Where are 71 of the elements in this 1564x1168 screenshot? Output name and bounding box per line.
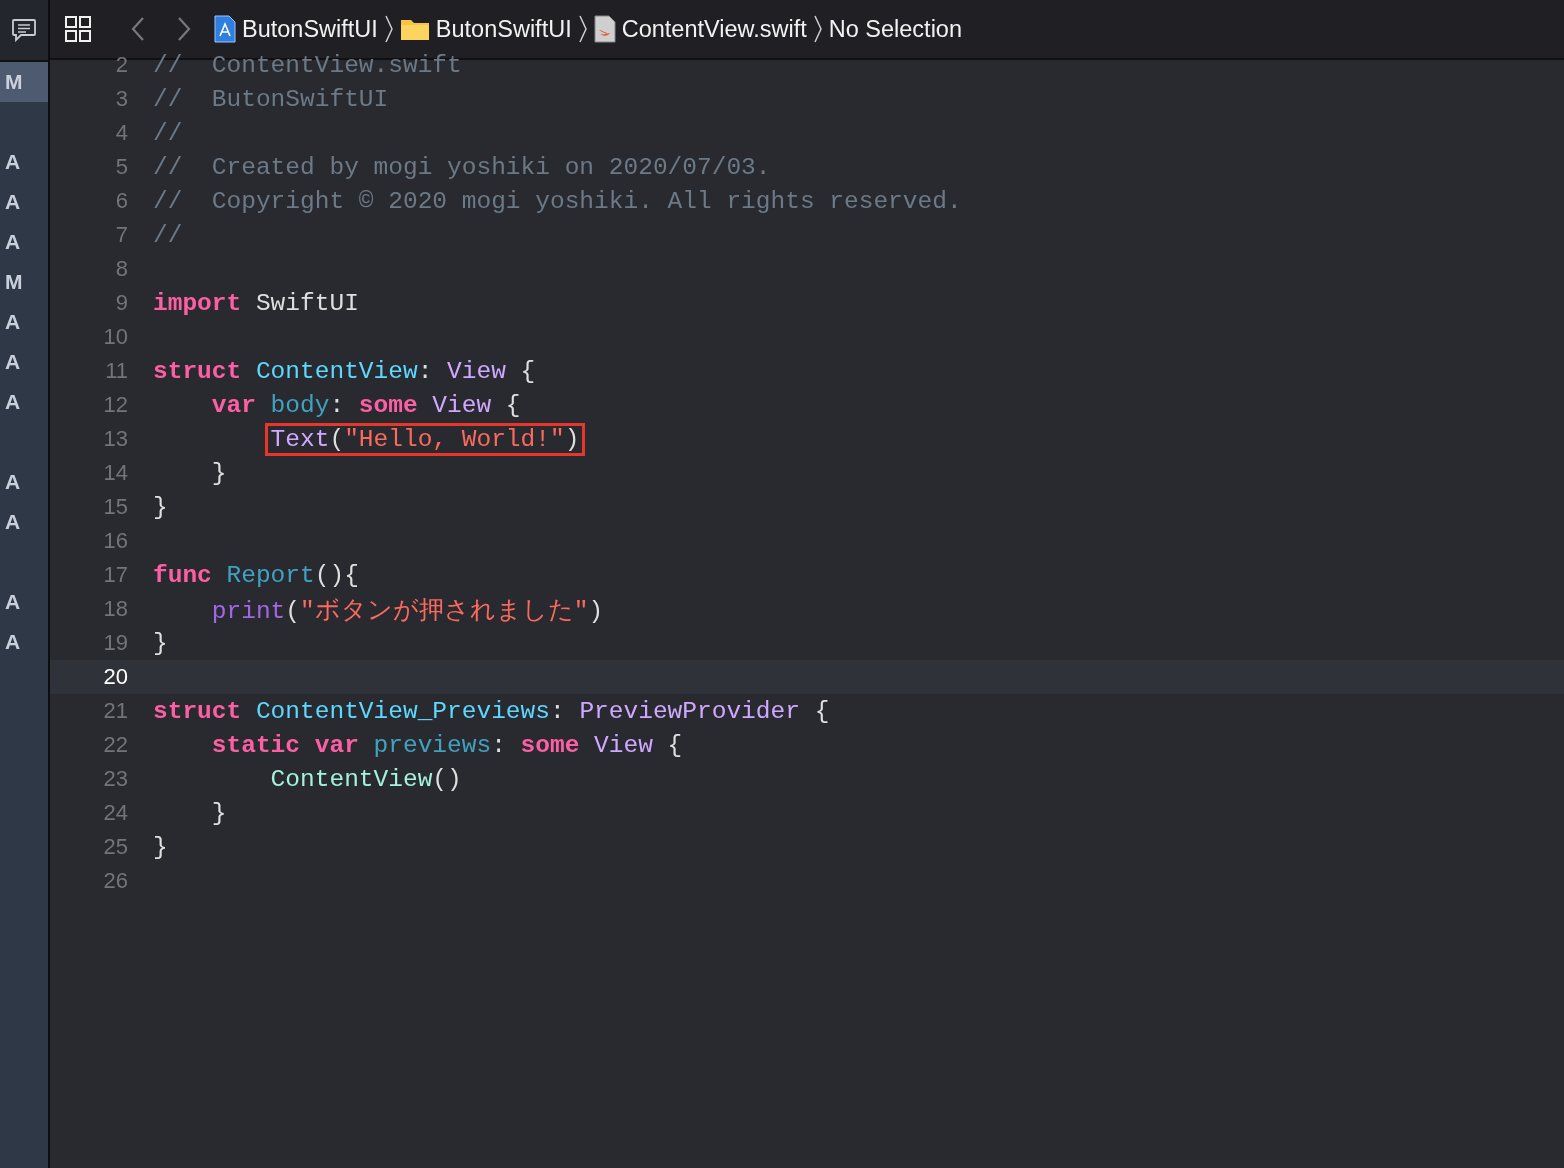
line-number: 14 [102, 460, 129, 486]
line-number: 22 [102, 732, 129, 758]
line-number: 10 [102, 324, 129, 350]
line-number: 12 [102, 392, 129, 418]
chevron-icon [383, 15, 394, 43]
code-line: struct ContentView_Previews: PreviewProvider { [153, 697, 830, 725]
code-line: } [153, 493, 168, 521]
line-number: 9 [114, 290, 129, 316]
line-number: 21 [102, 698, 129, 724]
line-number: 7 [114, 222, 129, 248]
source-control-status: A [5, 470, 21, 494]
swift-file-icon [593, 15, 616, 43]
breadcrumb-item[interactable]: ButonSwiftUI [242, 15, 378, 43]
source-control-status: A [5, 590, 21, 614]
code-line: } [210, 459, 227, 487]
comment-icon[interactable] [11, 18, 37, 42]
folder-icon [399, 17, 430, 41]
line-number: 6 [114, 188, 129, 214]
code-line: // ButonSwiftUI [153, 85, 389, 113]
code-line: } [153, 629, 168, 657]
highlighted-code: Text("Hello, World!") [264, 422, 586, 456]
code-line: // Copyright © 2020 mogi yoshiki. All rights reserved. [153, 187, 962, 215]
forward-icon[interactable] [176, 16, 192, 42]
source-control-status: A [5, 190, 21, 214]
code-line: // [153, 119, 183, 147]
line-number: 25 [102, 834, 129, 860]
line-number: 3 [114, 86, 129, 112]
code-line: var body: some View { [210, 391, 521, 419]
code-line: } [153, 833, 168, 861]
source-control-status: A [5, 510, 21, 534]
code-line: print("ボタンが押されました") [210, 596, 604, 626]
project-file-icon [214, 15, 236, 43]
line-number: 20 [102, 664, 129, 690]
back-icon[interactable] [130, 16, 146, 42]
source-control-status: A [5, 230, 21, 254]
source-control-status: A [5, 350, 21, 374]
code-line: // ContentView.swift [153, 51, 462, 79]
code-line: func Report(){ [153, 561, 359, 589]
code-line: struct ContentView: View { [153, 357, 536, 385]
source-control-status: M [5, 70, 23, 94]
line-number: 24 [102, 800, 129, 826]
code-line: } [210, 799, 227, 827]
line-number: 19 [102, 630, 129, 656]
chevron-icon [577, 15, 588, 43]
line-number: 18 [102, 596, 129, 622]
line-number: 11 [104, 358, 129, 384]
code-line: static var previews: some View { [210, 731, 683, 759]
line-number: 8 [114, 256, 129, 282]
line-number: 2 [114, 52, 129, 78]
code-line: // [153, 221, 183, 249]
grid-icon[interactable] [64, 15, 92, 43]
breadcrumb-item[interactable]: No Selection [828, 15, 962, 43]
line-number: 5 [114, 154, 129, 180]
source-control-status: A [5, 630, 21, 654]
code-line: ContentView() [269, 765, 462, 793]
line-number: 4 [114, 120, 129, 146]
line-number: 16 [102, 528, 129, 554]
source-control-status: A [5, 150, 21, 174]
breadcrumb-item[interactable]: ButonSwiftUI [435, 15, 572, 43]
source-control-status: M [5, 270, 23, 294]
code-line: // Created by mogi yoshiki on 2020/07/03. [153, 153, 771, 181]
code-line: import SwiftUI [153, 289, 359, 317]
breadcrumb-item[interactable]: ContentView.swift [621, 15, 807, 43]
line-number: 13 [102, 426, 129, 452]
line-number: 23 [102, 766, 129, 792]
source-control-status: A [5, 390, 21, 414]
line-number: 15 [102, 494, 129, 520]
source-control-status: A [5, 310, 21, 334]
chevron-icon [812, 15, 823, 43]
line-number: 17 [102, 562, 129, 588]
line-number: 26 [102, 868, 129, 894]
